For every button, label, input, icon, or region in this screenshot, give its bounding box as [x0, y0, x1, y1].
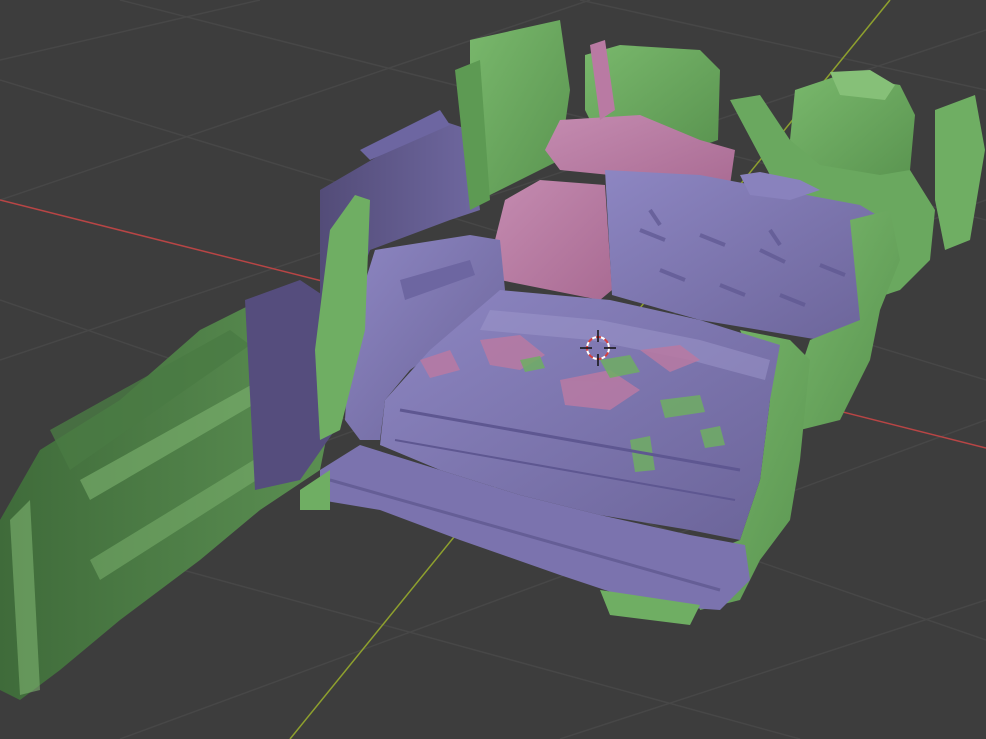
3d-viewport[interactable]: [0, 0, 986, 739]
viewport-canvas[interactable]: [0, 0, 986, 739]
